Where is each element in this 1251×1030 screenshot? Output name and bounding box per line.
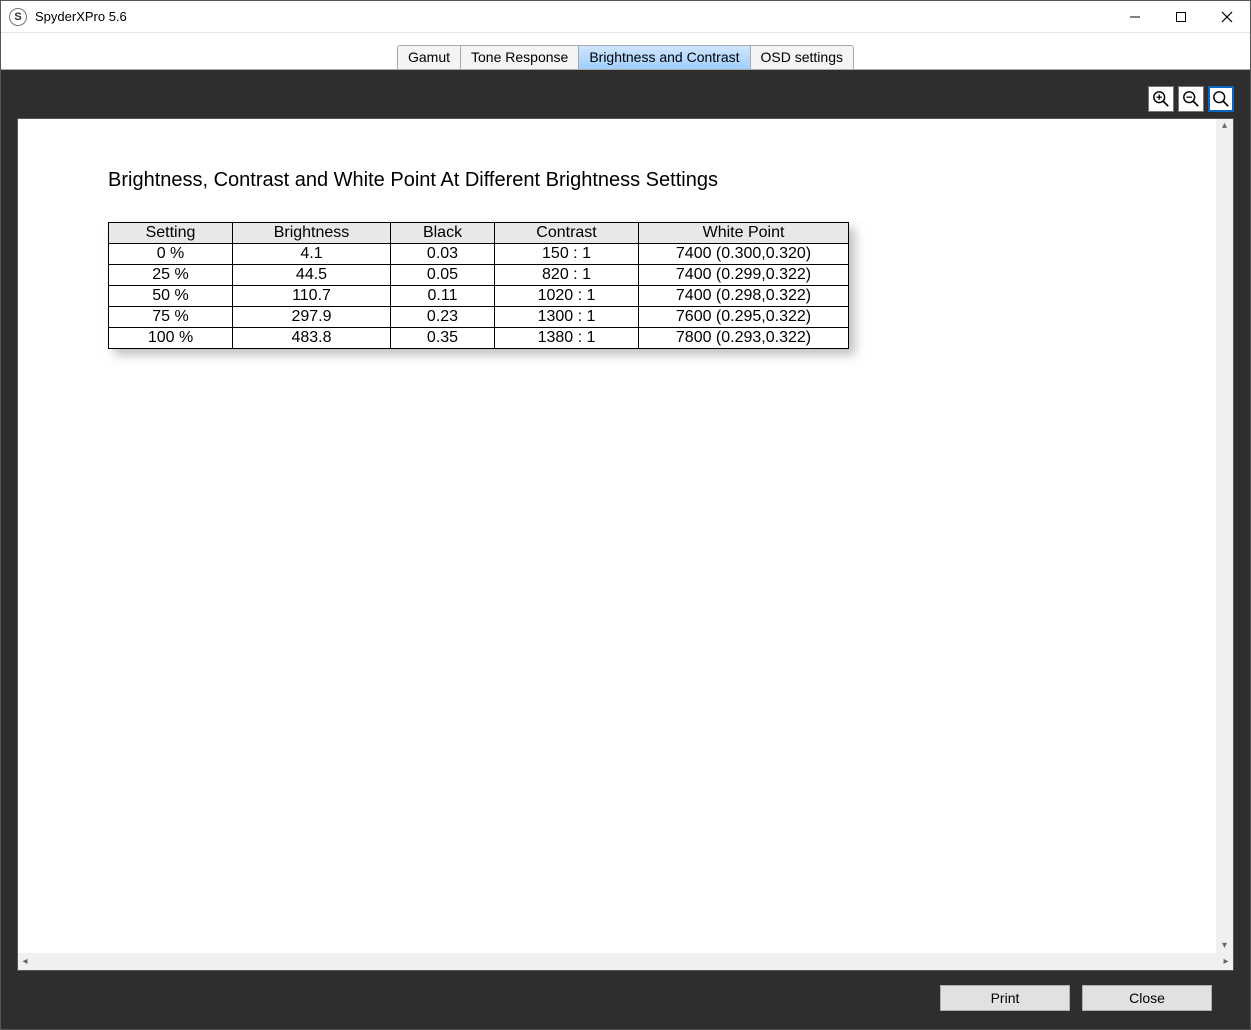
chevron-right-icon: ▸ — [1223, 957, 1228, 967]
maximize-button[interactable] — [1158, 1, 1204, 32]
cell-contrast: 150 : 1 — [495, 244, 639, 265]
zoom-fit-icon — [1212, 90, 1230, 108]
brightness-table: Setting Brightness Black Contrast White … — [108, 222, 849, 349]
tab-gamut[interactable]: Gamut — [398, 46, 461, 69]
cell-white-point: 7400 (0.298,0.322) — [639, 286, 849, 307]
th-brightness: Brightness — [233, 223, 391, 244]
table-row: 25 % 44.5 0.05 820 : 1 7400 (0.299,0.322… — [109, 265, 849, 286]
tab-osd-settings[interactable]: OSD settings — [751, 46, 853, 69]
cell-contrast: 1300 : 1 — [495, 307, 639, 328]
cell-contrast: 1380 : 1 — [495, 328, 639, 349]
close-button[interactable]: Close — [1082, 985, 1212, 1011]
cell-contrast: 1020 : 1 — [495, 286, 639, 307]
close-window-button[interactable] — [1204, 1, 1250, 32]
cell-white-point: 7400 (0.299,0.322) — [639, 265, 849, 286]
zoom-in-icon — [1152, 90, 1170, 108]
maximize-icon — [1175, 11, 1187, 23]
zoom-toolbar — [17, 86, 1234, 112]
chevron-down-icon: ▾ — [1222, 941, 1227, 951]
chevron-up-icon: ▴ — [1222, 121, 1227, 131]
minimize-icon — [1129, 11, 1141, 23]
cell-black: 0.11 — [391, 286, 495, 307]
cell-setting: 100 % — [109, 328, 233, 349]
titlebar: S SpyderXPro 5.6 — [1, 1, 1250, 33]
th-black: Black — [391, 223, 495, 244]
scroll-left-arrow[interactable]: ◂ — [20, 956, 30, 967]
cell-brightness: 44.5 — [233, 265, 391, 286]
footer-buttons: Print Close — [17, 971, 1234, 1029]
window-title: SpyderXPro 5.6 — [35, 9, 127, 24]
chevron-left-icon: ◂ — [22, 957, 27, 967]
cell-setting: 50 % — [109, 286, 233, 307]
close-icon — [1221, 11, 1233, 23]
zoom-out-button[interactable] — [1178, 86, 1204, 112]
tab-brightness-contrast[interactable]: Brightness and Contrast — [579, 46, 750, 69]
cell-brightness: 110.7 — [233, 286, 391, 307]
tab-tone-response[interactable]: Tone Response — [461, 46, 579, 69]
vertical-scrollbar[interactable]: ▴ ▾ — [1216, 119, 1233, 953]
tabs-row: Gamut Tone Response Brightness and Contr… — [1, 33, 1250, 69]
table-row: 75 % 297.9 0.23 1300 : 1 7600 (0.295,0.3… — [109, 307, 849, 328]
page-container: Brightness, Contrast and White Point At … — [17, 118, 1234, 971]
table-row: 100 % 483.8 0.35 1380 : 1 7800 (0.293,0.… — [109, 328, 849, 349]
cell-setting: 25 % — [109, 265, 233, 286]
horizontal-scrollbar[interactable]: ◂ ▸ — [18, 953, 1233, 970]
th-setting: Setting — [109, 223, 233, 244]
cell-white-point: 7800 (0.293,0.322) — [639, 328, 849, 349]
cell-setting: 75 % — [109, 307, 233, 328]
app-icon: S — [9, 8, 27, 26]
tabs: Gamut Tone Response Brightness and Contr… — [397, 45, 854, 69]
scroll-down-arrow[interactable]: ▾ — [1219, 941, 1230, 951]
page-viewport: Brightness, Contrast and White Point At … — [18, 119, 1233, 970]
zoom-out-icon — [1182, 90, 1200, 108]
window-controls — [1112, 1, 1250, 32]
zoom-fit-button[interactable] — [1208, 86, 1234, 112]
content-area: Brightness, Contrast and White Point At … — [1, 70, 1250, 1029]
th-contrast: Contrast — [495, 223, 639, 244]
app-window: S SpyderXPro 5.6 Gamut Tone Response Bri… — [0, 0, 1251, 1030]
cell-black: 0.35 — [391, 328, 495, 349]
cell-contrast: 820 : 1 — [495, 265, 639, 286]
zoom-in-button[interactable] — [1148, 86, 1174, 112]
table-row: 50 % 110.7 0.11 1020 : 1 7400 (0.298,0.3… — [109, 286, 849, 307]
table-header-row: Setting Brightness Black Contrast White … — [109, 223, 849, 244]
cell-brightness: 297.9 — [233, 307, 391, 328]
scroll-right-arrow[interactable]: ▸ — [1221, 956, 1231, 967]
table-row: 0 % 4.1 0.03 150 : 1 7400 (0.300,0.320) — [109, 244, 849, 265]
cell-black: 0.23 — [391, 307, 495, 328]
minimize-button[interactable] — [1112, 1, 1158, 32]
cell-white-point: 7400 (0.300,0.320) — [639, 244, 849, 265]
cell-setting: 0 % — [109, 244, 233, 265]
cell-brightness: 483.8 — [233, 328, 391, 349]
print-button[interactable]: Print — [940, 985, 1070, 1011]
cell-black: 0.05 — [391, 265, 495, 286]
scroll-up-arrow[interactable]: ▴ — [1219, 121, 1230, 131]
cell-white-point: 7600 (0.295,0.322) — [639, 307, 849, 328]
cell-brightness: 4.1 — [233, 244, 391, 265]
th-white-point: White Point — [639, 223, 849, 244]
report-page: Brightness, Contrast and White Point At … — [18, 119, 1233, 399]
page-heading: Brightness, Contrast and White Point At … — [108, 169, 1143, 192]
cell-black: 0.03 — [391, 244, 495, 265]
